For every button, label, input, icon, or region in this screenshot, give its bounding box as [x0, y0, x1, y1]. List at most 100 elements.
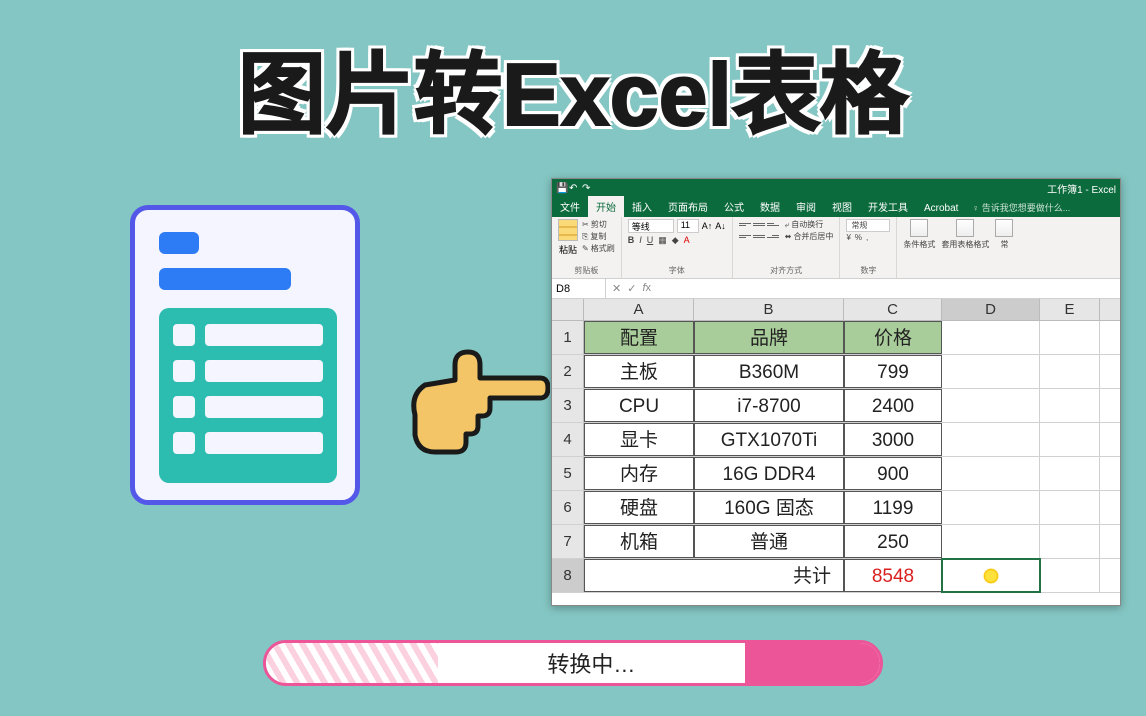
format-painter-button[interactable]: ✎ 格式刷: [582, 243, 615, 254]
cell[interactable]: 900: [844, 457, 942, 490]
col-header-e[interactable]: E: [1040, 299, 1100, 320]
save-icon[interactable]: 💾: [556, 183, 566, 193]
percent-icon[interactable]: %: [855, 233, 862, 242]
align-top-icon[interactable]: [739, 219, 751, 229]
row-header[interactable]: 1: [552, 321, 584, 354]
cell[interactable]: CPU: [584, 389, 694, 422]
redo-icon[interactable]: ↷: [582, 183, 592, 193]
table-format-button[interactable]: 套用表格格式: [941, 219, 989, 250]
cell[interactable]: 1199: [844, 491, 942, 524]
cell[interactable]: [1040, 559, 1100, 592]
tab-view[interactable]: 视图: [824, 196, 860, 217]
cell[interactable]: B360M: [694, 355, 844, 388]
tab-acrobat[interactable]: Acrobat: [916, 200, 966, 217]
cell[interactable]: [942, 355, 1040, 388]
col-header-d[interactable]: D: [942, 299, 1040, 320]
cell[interactable]: [1040, 525, 1100, 558]
align-center-icon[interactable]: [753, 231, 765, 241]
align-right-icon[interactable]: [767, 231, 779, 241]
row-header[interactable]: 7: [552, 525, 584, 558]
paste-button[interactable]: 粘贴: [558, 219, 578, 256]
cell[interactable]: [1040, 355, 1100, 388]
cell[interactable]: 160G 固态: [694, 491, 844, 524]
cell[interactable]: [1040, 423, 1100, 456]
tab-dev[interactable]: 开发工具: [860, 196, 916, 217]
cell[interactable]: [1040, 321, 1100, 354]
cell[interactable]: 显卡: [584, 423, 694, 456]
col-header-c[interactable]: C: [844, 299, 942, 320]
cell[interactable]: 配置: [584, 321, 694, 354]
font-color-button[interactable]: A: [684, 235, 690, 246]
tab-home[interactable]: 开始: [588, 196, 624, 217]
bold-button[interactable]: B: [628, 235, 635, 246]
tab-formulas[interactable]: 公式: [716, 196, 752, 217]
tab-data[interactable]: 数据: [752, 196, 788, 217]
cell[interactable]: 250: [844, 525, 942, 558]
number-format-select[interactable]: 常规: [846, 219, 890, 232]
row-header[interactable]: 8: [552, 559, 584, 592]
cell[interactable]: 16G DDR4: [694, 457, 844, 490]
worksheet[interactable]: A B C D E 1 配置 品牌 价格 2主板B360M7993CPUi7-8…: [552, 299, 1120, 605]
tab-review[interactable]: 审阅: [788, 196, 824, 217]
cell[interactable]: 品牌: [694, 321, 844, 354]
cell[interactable]: 机箱: [584, 525, 694, 558]
comma-icon[interactable]: ,: [866, 233, 868, 242]
font-size-select[interactable]: 11: [677, 219, 699, 233]
undo-icon[interactable]: ↶: [569, 183, 579, 193]
cell[interactable]: [942, 389, 1040, 422]
tab-layout[interactable]: 页面布局: [660, 196, 716, 217]
cell[interactable]: [942, 457, 1040, 490]
align-bot-icon[interactable]: [767, 219, 779, 229]
col-header-a[interactable]: A: [584, 299, 694, 320]
cell[interactable]: [942, 525, 1040, 558]
cell[interactable]: 3000: [844, 423, 942, 456]
cell[interactable]: 799: [844, 355, 942, 388]
cancel-formula-icon[interactable]: ✕: [612, 282, 621, 295]
font-name-select[interactable]: 等线: [628, 219, 674, 233]
enter-formula-icon[interactable]: ✓: [627, 282, 636, 295]
row-header[interactable]: 6: [552, 491, 584, 524]
row-header[interactable]: 4: [552, 423, 584, 456]
cell[interactable]: 硬盘: [584, 491, 694, 524]
cell[interactable]: 内存: [584, 457, 694, 490]
cell[interactable]: 普通: [694, 525, 844, 558]
align-left-icon[interactable]: [739, 231, 751, 241]
underline-button[interactable]: U: [647, 235, 654, 246]
cut-button[interactable]: ✂ 剪切: [582, 219, 615, 230]
merge-center-button[interactable]: ⬌ 合并后居中: [785, 231, 834, 242]
fx-icon[interactable]: fx: [642, 282, 651, 295]
col-header-b[interactable]: B: [694, 299, 844, 320]
cell[interactable]: [1040, 457, 1100, 490]
row-header[interactable]: 3: [552, 389, 584, 422]
increase-font-icon[interactable]: A↑: [702, 221, 713, 231]
name-box[interactable]: D8: [552, 279, 606, 298]
cell[interactable]: 价格: [844, 321, 942, 354]
tab-file[interactable]: 文件: [552, 196, 588, 217]
cell-total-label[interactable]: 共计: [584, 559, 844, 592]
border-button[interactable]: ▦: [658, 235, 667, 246]
tell-me[interactable]: ♀ 告诉我您想要做什么...: [966, 198, 1076, 217]
cell[interactable]: 2400: [844, 389, 942, 422]
cell[interactable]: GTX1070Ti: [694, 423, 844, 456]
cell[interactable]: i7-8700: [694, 389, 844, 422]
cell[interactable]: [1040, 491, 1100, 524]
tab-insert[interactable]: 插入: [624, 196, 660, 217]
cell-styles-button[interactable]: 常: [995, 219, 1013, 250]
align-mid-icon[interactable]: [753, 219, 765, 229]
cell[interactable]: [942, 491, 1040, 524]
cell-total-value[interactable]: 8548: [844, 559, 942, 592]
active-cell[interactable]: [942, 559, 1040, 592]
cell[interactable]: 主板: [584, 355, 694, 388]
decrease-font-icon[interactable]: A↓: [715, 221, 726, 231]
cell[interactable]: [942, 321, 1040, 354]
select-all-corner[interactable]: [552, 299, 584, 320]
cell[interactable]: [942, 423, 1040, 456]
italic-button[interactable]: I: [639, 235, 642, 246]
currency-icon[interactable]: ¥: [846, 233, 850, 242]
cell[interactable]: [1040, 389, 1100, 422]
copy-button[interactable]: ⎘ 复制: [582, 231, 615, 242]
row-header[interactable]: 5: [552, 457, 584, 490]
conditional-format-button[interactable]: 条件格式: [903, 219, 935, 250]
fill-color-button[interactable]: ◆: [672, 235, 679, 246]
wrap-text-button[interactable]: ⤶ 自动换行: [785, 219, 834, 230]
